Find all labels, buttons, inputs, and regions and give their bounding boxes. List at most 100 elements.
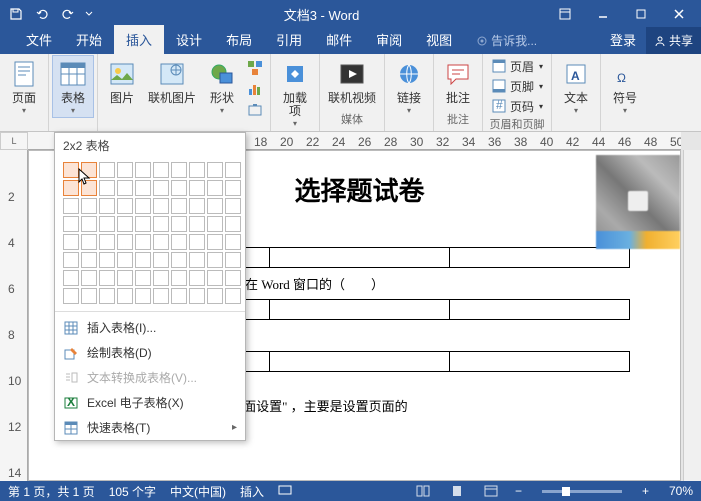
grid-cell[interactable] <box>81 270 97 286</box>
grid-cell[interactable] <box>153 198 169 214</box>
tell-me[interactable]: 告诉我... <box>464 27 549 54</box>
zoom-level[interactable]: 70% <box>669 484 693 498</box>
undo-button[interactable] <box>30 2 54 26</box>
status-words[interactable]: 105 个字 <box>109 483 156 500</box>
symbol-button[interactable]: Ω 符号▾ <box>605 56 645 117</box>
link-button[interactable]: 链接▾ <box>389 56 429 117</box>
grid-cell[interactable] <box>153 288 169 304</box>
comment-button[interactable]: 批注 <box>438 56 478 107</box>
grid-cell[interactable] <box>207 234 223 250</box>
grid-cell[interactable] <box>189 180 205 196</box>
grid-cell[interactable] <box>135 270 151 286</box>
view-web-button[interactable] <box>481 484 501 498</box>
grid-cell[interactable] <box>117 252 133 268</box>
tab-view[interactable]: 视图 <box>414 25 464 54</box>
grid-cell[interactable] <box>99 288 115 304</box>
grid-cell[interactable] <box>135 252 151 268</box>
grid-cell[interactable] <box>189 162 205 178</box>
insert-table-item[interactable]: 插入表格(I)... <box>55 315 245 340</box>
grid-cell[interactable] <box>171 216 187 232</box>
grid-cell[interactable] <box>81 252 97 268</box>
grid-cell[interactable] <box>117 288 133 304</box>
table-size-grid[interactable] <box>55 158 245 308</box>
view-read-button[interactable] <box>413 484 433 498</box>
grid-cell[interactable] <box>117 198 133 214</box>
grid-cell[interactable] <box>171 270 187 286</box>
tab-references[interactable]: 引用 <box>264 25 314 54</box>
vertical-ruler[interactable]: 2468101214 <box>0 150 28 481</box>
grid-cell[interactable] <box>189 270 205 286</box>
grid-cell[interactable] <box>135 216 151 232</box>
page-button[interactable]: 页面▾ <box>4 56 44 117</box>
grid-cell[interactable] <box>153 234 169 250</box>
tab-mailings[interactable]: 邮件 <box>314 25 364 54</box>
addins-button[interactable]: 加载 项▾ <box>275 56 315 130</box>
save-button[interactable] <box>4 2 28 26</box>
grid-cell[interactable] <box>81 162 97 178</box>
shapes-button[interactable]: 形状▾ <box>202 56 242 117</box>
screenshot-button[interactable] <box>244 100 266 120</box>
tab-review[interactable]: 审阅 <box>364 25 414 54</box>
grid-cell[interactable] <box>99 252 115 268</box>
header-button[interactable]: 页眉▾ <box>487 56 547 76</box>
grid-cell[interactable] <box>225 216 241 232</box>
share-button[interactable]: 共享 <box>646 27 701 54</box>
grid-cell[interactable] <box>171 234 187 250</box>
grid-cell[interactable] <box>99 216 115 232</box>
grid-cell[interactable] <box>207 198 223 214</box>
vertical-scrollbar[interactable] <box>683 150 701 481</box>
grid-cell[interactable] <box>63 252 79 268</box>
zoom-slider[interactable] <box>542 490 622 493</box>
pagenum-button[interactable]: #页码▾ <box>487 96 547 116</box>
grid-cell[interactable] <box>135 288 151 304</box>
tab-home[interactable]: 开始 <box>64 25 114 54</box>
grid-cell[interactable] <box>225 270 241 286</box>
grid-cell[interactable] <box>63 198 79 214</box>
grid-cell[interactable] <box>117 234 133 250</box>
grid-cell[interactable] <box>153 180 169 196</box>
grid-cell[interactable] <box>81 216 97 232</box>
grid-cell[interactable] <box>225 180 241 196</box>
zoom-in-button[interactable]: + <box>642 484 649 498</box>
grid-cell[interactable] <box>153 252 169 268</box>
grid-cell[interactable] <box>153 216 169 232</box>
grid-cell[interactable] <box>225 234 241 250</box>
tab-layout[interactable]: 布局 <box>214 25 264 54</box>
grid-cell[interactable] <box>117 270 133 286</box>
table-button[interactable]: 表格▾ <box>53 56 93 117</box>
grid-cell[interactable] <box>99 162 115 178</box>
ribbon-options-button[interactable] <box>547 2 583 26</box>
grid-cell[interactable] <box>207 180 223 196</box>
maximize-button[interactable] <box>623 2 659 26</box>
grid-cell[interactable] <box>207 162 223 178</box>
qat-customize[interactable] <box>82 2 96 26</box>
login-button[interactable]: 登录 <box>600 25 646 54</box>
grid-cell[interactable] <box>171 162 187 178</box>
grid-cell[interactable] <box>63 216 79 232</box>
grid-cell[interactable] <box>225 288 241 304</box>
grid-cell[interactable] <box>225 252 241 268</box>
close-button[interactable] <box>661 2 697 26</box>
grid-cell[interactable] <box>171 288 187 304</box>
zoom-out-button[interactable]: − <box>515 484 522 498</box>
minimize-button[interactable] <box>585 2 621 26</box>
grid-cell[interactable] <box>207 288 223 304</box>
grid-cell[interactable] <box>225 162 241 178</box>
grid-cell[interactable] <box>153 162 169 178</box>
grid-cell[interactable] <box>63 270 79 286</box>
online-picture-button[interactable]: 联机图片 <box>144 56 200 107</box>
footer-button[interactable]: 页脚▾ <box>487 76 547 96</box>
grid-cell[interactable] <box>99 234 115 250</box>
grid-cell[interactable] <box>135 180 151 196</box>
grid-cell[interactable] <box>207 252 223 268</box>
grid-cell[interactable] <box>81 180 97 196</box>
quick-tables-item[interactable]: 快速表格(T)▸ <box>55 415 245 440</box>
grid-cell[interactable] <box>225 198 241 214</box>
grid-cell[interactable] <box>99 198 115 214</box>
grid-cell[interactable] <box>171 252 187 268</box>
grid-cell[interactable] <box>171 198 187 214</box>
grid-cell[interactable] <box>63 288 79 304</box>
grid-cell[interactable] <box>117 180 133 196</box>
tab-file[interactable]: 文件 <box>14 25 64 54</box>
grid-cell[interactable] <box>207 216 223 232</box>
